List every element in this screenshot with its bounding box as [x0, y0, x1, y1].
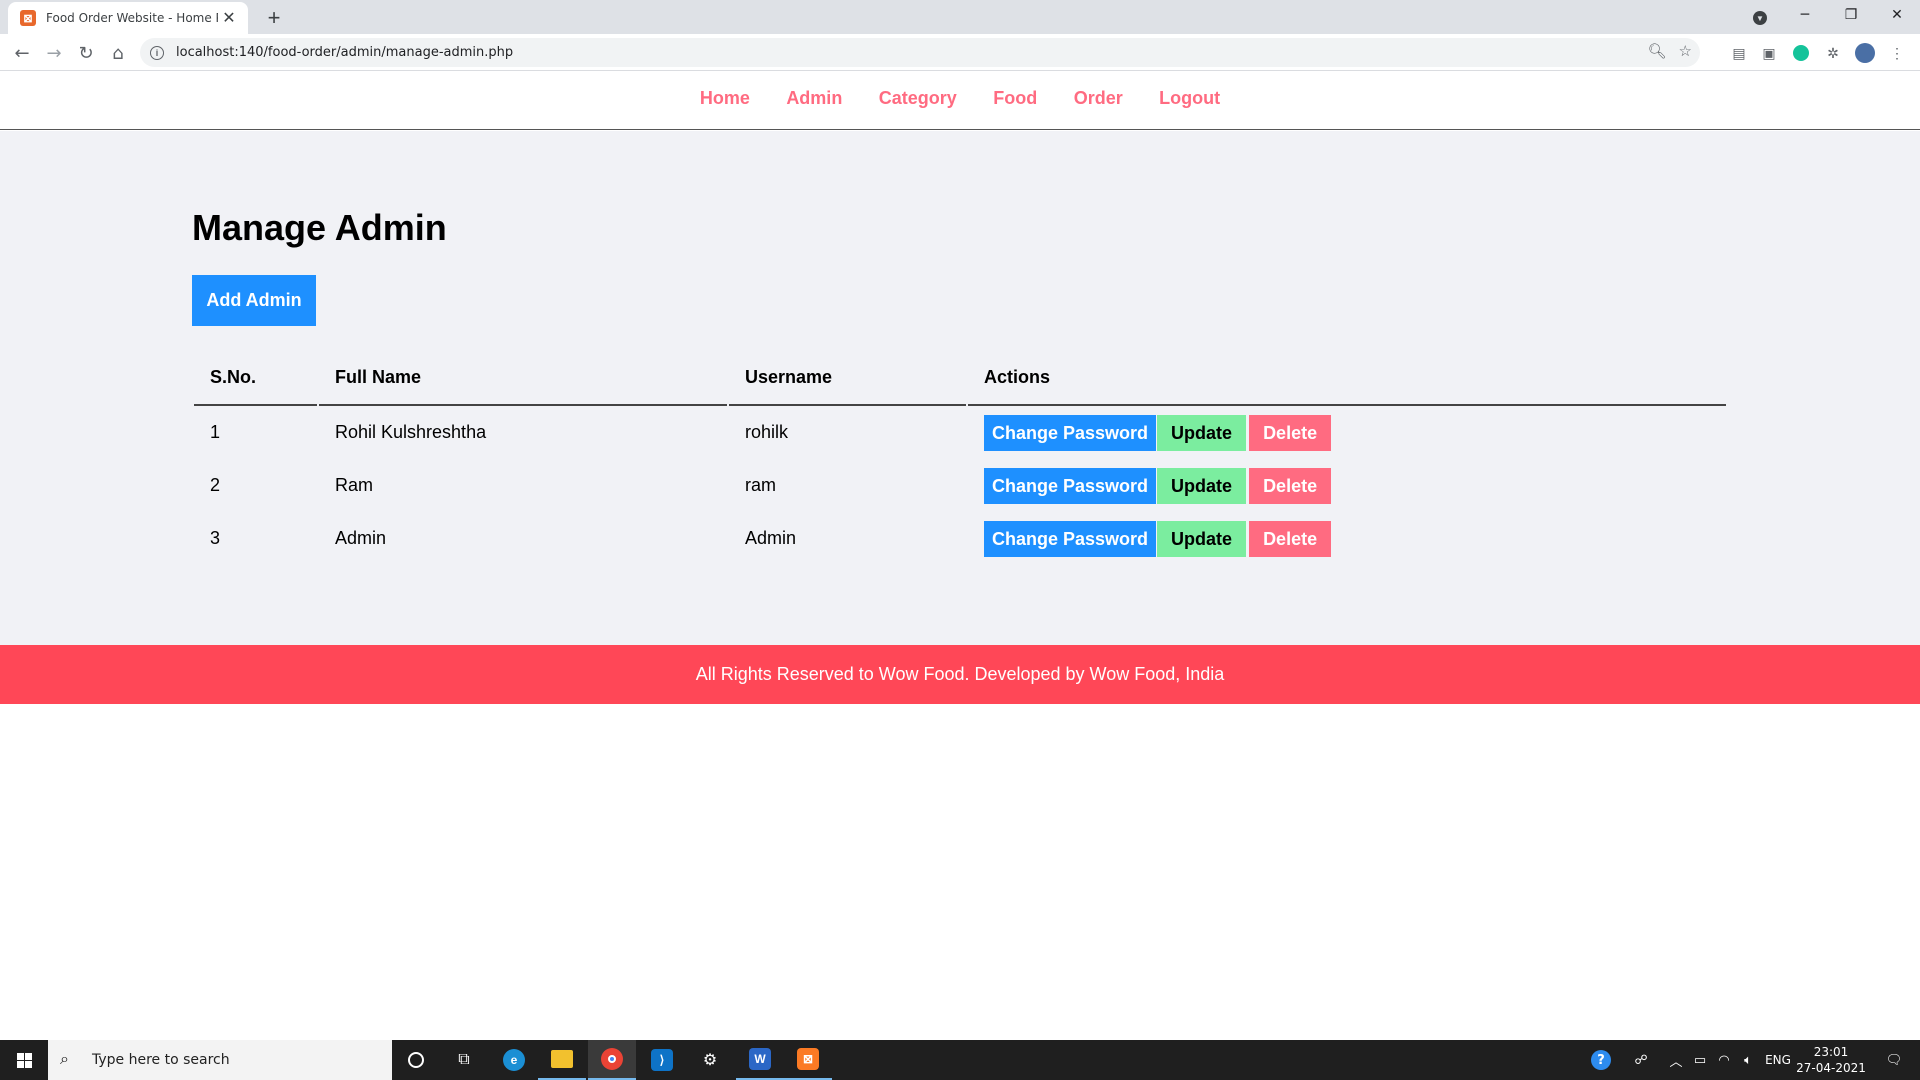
column-header-full-name: Full Name: [319, 351, 727, 406]
change-password-button[interactable]: Change Password: [984, 467, 1157, 504]
taskbar-search-placeholder: Type here to search: [92, 1052, 230, 1068]
url-text[interactable]: localhost:140/food-order/admin/manage-ad…: [176, 45, 513, 60]
vscode-icon[interactable]: ⟩: [638, 1040, 686, 1080]
menu-link-order[interactable]: Order: [1074, 88, 1123, 109]
xampp-favicon-icon: ⊠: [20, 10, 36, 26]
clock-date: 27-04-2021: [1796, 1061, 1866, 1075]
reload-icon[interactable]: ↻: [72, 39, 100, 67]
table-row: 2 Ram ram Change Password Update Delete: [194, 459, 1726, 512]
cell-full-name: Admin: [335, 528, 387, 548]
update-button[interactable]: Update: [1157, 520, 1247, 557]
table-header-row: S.No. Full Name Username Actions: [194, 351, 1726, 406]
extension-icon[interactable]: ▤: [1728, 42, 1750, 64]
site-menu: Home Admin Category Food Order Logout: [0, 72, 1920, 130]
table-row: 3 Admin Admin Change Password Update Delet…: [194, 512, 1726, 565]
cell-sno: 1: [210, 422, 221, 442]
grammarly-icon[interactable]: [1790, 42, 1812, 64]
clock-time: 23:01: [1813, 1045, 1849, 1059]
help-icon[interactable]: ?: [1584, 1040, 1618, 1080]
menu-link-category[interactable]: Category: [879, 88, 957, 109]
cell-full-name: Rohil Kulshreshtha: [335, 422, 487, 442]
cortana-icon[interactable]: [392, 1040, 440, 1080]
cell-actions: Change Password Update Delete: [968, 406, 1726, 459]
menu-link-admin[interactable]: Admin: [786, 88, 842, 109]
site-footer: All Rights Reserved to Wow Food. Develop…: [0, 645, 1920, 704]
file-explorer-icon[interactable]: [538, 1040, 586, 1080]
windows-logo-icon: [16, 1052, 32, 1068]
forward-icon[interactable]: →: [40, 39, 68, 67]
taskbar-search-box[interactable]: ⌕ Type here to search: [48, 1040, 392, 1080]
chevron-down-icon: ▼: [1753, 11, 1767, 25]
chrome-icon[interactable]: [588, 1040, 636, 1080]
new-tab-icon[interactable]: +: [260, 4, 288, 32]
page-title: Manage Admin: [192, 207, 447, 248]
footer-text: All Rights Reserved to Wow Food. Develop…: [695, 664, 1225, 684]
language-indicator[interactable]: ENG: [1762, 1040, 1794, 1080]
wifi-icon[interactable]: ◠: [1712, 1040, 1736, 1080]
cell-username: rohilk: [745, 422, 789, 442]
extension-icon[interactable]: ▣: [1758, 42, 1780, 64]
taskbar-clock[interactable]: 23:01 27-04-2021: [1796, 1044, 1866, 1076]
volume-icon[interactable]: 🔈︎: [1736, 1040, 1760, 1080]
update-button[interactable]: Update: [1157, 414, 1247, 451]
start-button[interactable]: [0, 1040, 48, 1080]
edge-icon[interactable]: e: [490, 1040, 538, 1080]
close-window-icon[interactable]: ✕: [1874, 0, 1920, 30]
delete-button[interactable]: Delete: [1249, 520, 1332, 557]
browser-toolbar: ← → ↻ ⌂ i localhost:140/food-order/admin…: [0, 34, 1920, 71]
menu-link-home[interactable]: Home: [700, 88, 750, 109]
cell-actions: Change Password Update Delete: [968, 512, 1726, 565]
cell-username: Admin: [745, 528, 797, 548]
word-app-icon[interactable]: W: [736, 1040, 784, 1080]
main-content: Manage Admin Add Admin S.No. Full Name U…: [0, 131, 1920, 645]
change-password-button[interactable]: Change Password: [984, 520, 1157, 557]
tab-title: Food Order Website - Home Page: [46, 11, 218, 25]
minimize-icon[interactable]: ─: [1782, 0, 1828, 30]
address-bar[interactable]: i localhost:140/food-order/admin/manage-…: [140, 38, 1700, 67]
back-icon[interactable]: ←: [8, 39, 36, 67]
extensions-puzzle-icon[interactable]: ✲: [1822, 42, 1844, 64]
browser-tab[interactable]: ⊠ Food Order Website - Home Page ✕: [8, 2, 248, 34]
column-header-sno: S.No.: [194, 351, 317, 406]
admin-table: S.No. Full Name Username Actions 1 Rohil…: [192, 351, 1728, 565]
notifications-icon[interactable]: 🗨︎: [1874, 1040, 1914, 1080]
cell-sno: 3: [210, 528, 221, 548]
update-button[interactable]: Update: [1157, 467, 1247, 504]
zoom-icon[interactable]: 🔍︎: [1648, 42, 1667, 60]
menu-link-logout[interactable]: Logout: [1159, 88, 1220, 109]
column-header-username: Username: [729, 351, 966, 406]
tab-search-button[interactable]: ▼: [1748, 6, 1772, 30]
cell-actions: Change Password Update Delete: [968, 459, 1726, 512]
home-icon[interactable]: ⌂: [104, 39, 132, 67]
xampp-icon[interactable]: ⊠: [784, 1040, 832, 1080]
change-password-button[interactable]: Change Password: [984, 414, 1157, 451]
tab-close-icon[interactable]: ✕: [220, 8, 238, 28]
tray-chevron-up-icon[interactable]: ︿: [1664, 1040, 1688, 1080]
task-view-icon[interactable]: ⧉: [440, 1040, 488, 1080]
settings-gear-icon[interactable]: ⚙: [686, 1040, 734, 1080]
add-admin-button[interactable]: Add Admin: [192, 275, 316, 326]
info-icon[interactable]: i: [150, 45, 164, 60]
windows-taskbar: ⌕ Type here to search ⧉ e ⟩ ⚙ W ⊠ ? ☍ ︿ …: [0, 1040, 1920, 1080]
restore-icon[interactable]: ❐: [1828, 0, 1874, 30]
menu-link-food[interactable]: Food: [993, 88, 1037, 109]
cell-username: ram: [745, 475, 776, 495]
delete-button[interactable]: Delete: [1249, 467, 1332, 504]
profile-avatar-icon[interactable]: [1854, 42, 1876, 64]
column-header-actions: Actions: [968, 351, 1726, 406]
people-icon[interactable]: ☍: [1626, 1040, 1656, 1080]
cell-full-name: Ram: [335, 475, 374, 495]
search-icon: ⌕: [60, 1051, 69, 1068]
browser-menu-icon[interactable]: ⋮: [1886, 42, 1908, 64]
battery-icon[interactable]: ▭: [1688, 1040, 1712, 1080]
browser-tab-bar: ⊠ Food Order Website - Home Page ✕ + ▼ ─…: [0, 0, 1920, 34]
bookmark-star-icon[interactable]: ☆: [1679, 42, 1692, 60]
cell-sno: 2: [210, 475, 221, 495]
table-row: 1 Rohil Kulshreshtha rohilk Change Passw…: [194, 406, 1726, 459]
delete-button[interactable]: Delete: [1249, 414, 1332, 451]
